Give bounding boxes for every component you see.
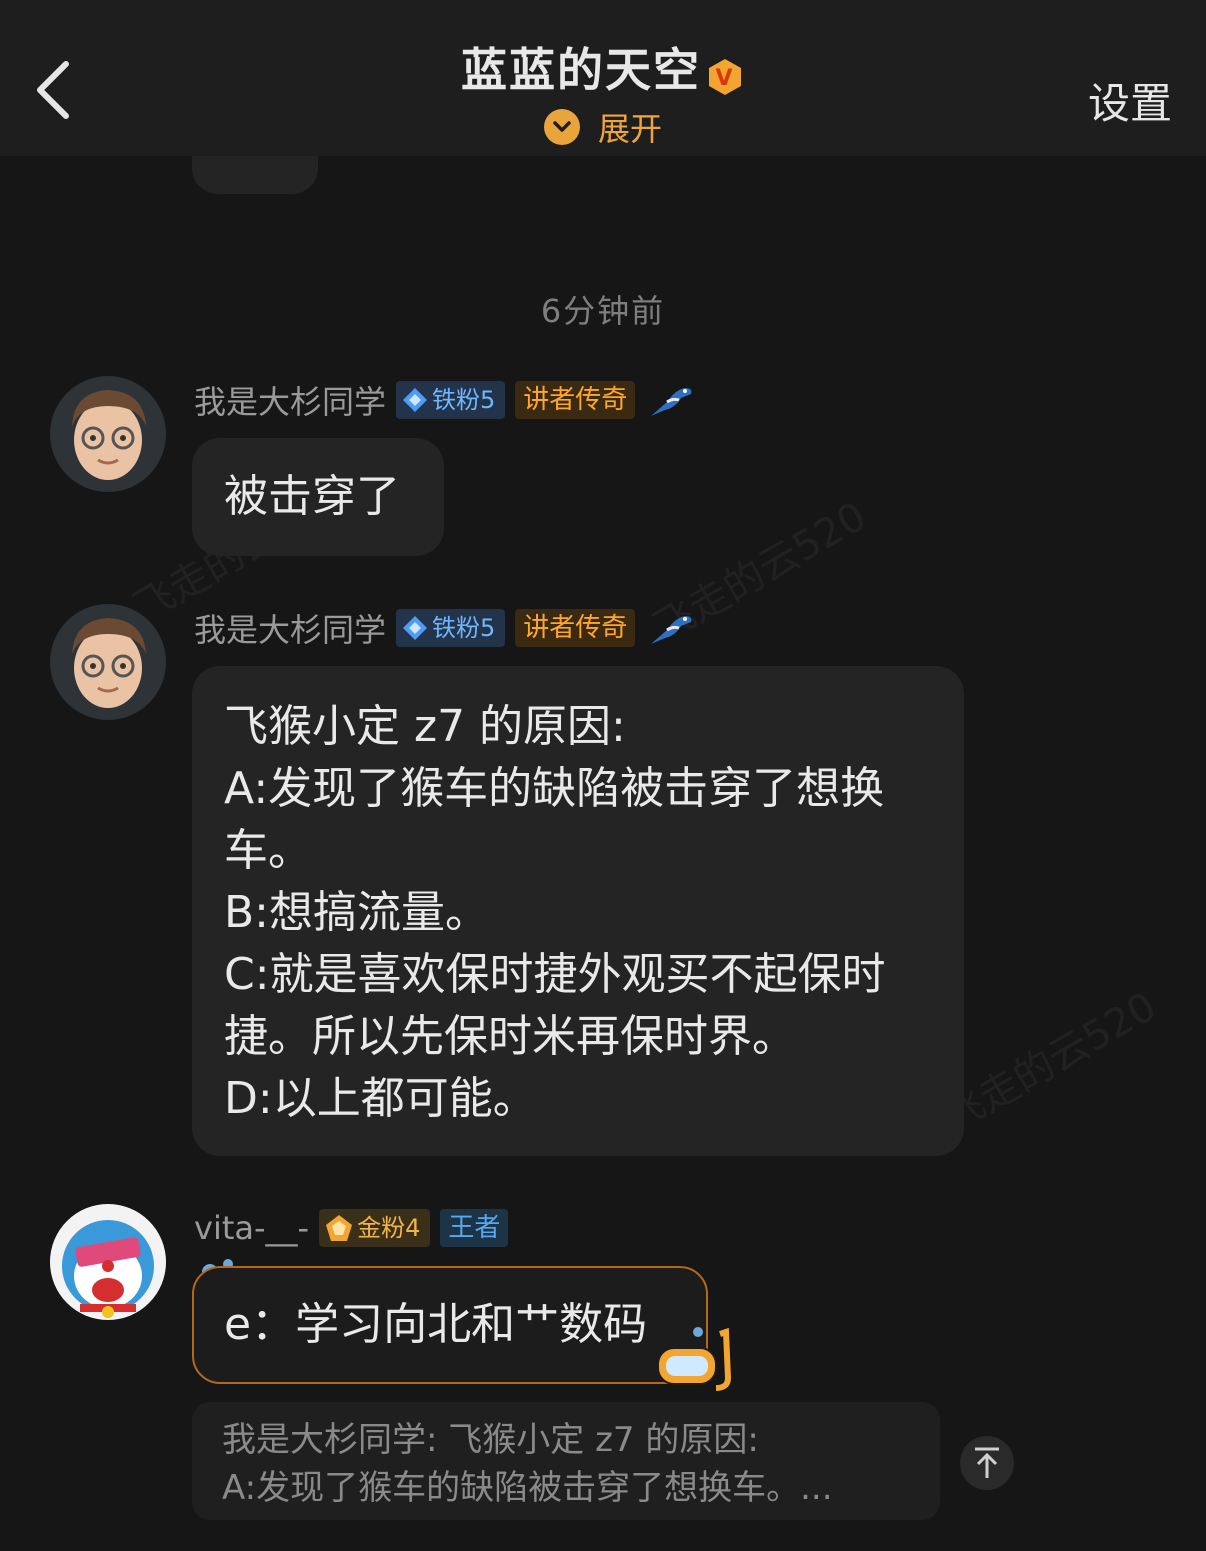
message-text: 被击穿了: [224, 471, 400, 522]
message-text-line: A:发现了猴车的缺陷被击穿了想换: [224, 763, 885, 814]
arrow-up-icon: [975, 1447, 999, 1478]
quoted-line: A:发现了猴车的缺陷被击穿了想换车。...: [222, 1468, 833, 1508]
sender-name[interactable]: vita-__-: [194, 1209, 309, 1247]
message-bubble[interactable]: 飞猴小定 z7 的原因: A:发现了猴车的缺陷被击穿了想换 车。 B:想搞流量。…: [192, 666, 964, 1156]
title-badge[interactable]: 讲者传奇: [515, 381, 636, 419]
sender-row: 我是大杉同学 铁粉5 讲者传奇: [194, 377, 695, 423]
avatar[interactable]: [50, 604, 166, 720]
message-timestamp: 6分钟前: [540, 292, 666, 330]
message-text-line: C:就是喜欢保时捷外观买不起保时: [224, 949, 886, 1000]
fan-badge[interactable]: 铁粉5: [396, 381, 506, 419]
svg-text:V: V: [715, 66, 734, 91]
sender-row: vita-__- 金粉4 王者: [194, 1208, 509, 1248]
avatar[interactable]: [50, 376, 166, 492]
sender-name[interactable]: 我是大杉同学: [194, 377, 386, 423]
scroll-to-top-button[interactable]: [960, 1436, 1014, 1490]
quoted-line: 我是大杉同学: 飞猴小定 z7 的原因:: [222, 1420, 759, 1460]
avatar[interactable]: [50, 1204, 166, 1320]
message-text-line: 车。: [224, 825, 312, 876]
quoted-message[interactable]: 我是大杉同学: 飞猴小定 z7 的原因: A:发现了猴车的缺陷被击穿了想换车。.…: [192, 1402, 940, 1520]
message-text: e：学习向北和艹数码: [224, 1299, 648, 1350]
vip-badge-icon: V: [705, 54, 745, 95]
magpie-icon: [651, 388, 692, 416]
message-text-line: 飞猴小定 z7 的原因:: [224, 701, 626, 752]
sender-name[interactable]: 我是大杉同学: [194, 605, 386, 651]
pentagon-badge-icon: [326, 1215, 353, 1241]
chat-title-wrap[interactable]: 蓝蓝的天空 V: [0, 34, 1206, 100]
diamond-icon: [403, 388, 428, 412]
diamond-icon: [403, 616, 428, 640]
message-text-line: 捷。所以先保时米再保时界。: [224, 1011, 796, 1062]
chat-title: 蓝蓝的天空: [461, 43, 701, 97]
title-badge[interactable]: 王者: [440, 1209, 509, 1247]
message-bubble[interactable]: 被击穿了: [192, 438, 444, 556]
chevron-down-icon: [543, 109, 580, 145]
message-text-line: B:想搞流量。: [224, 887, 490, 938]
magpie-icon: [651, 616, 692, 644]
snorkel-mask-icon: [657, 1327, 732, 1391]
fan-badge[interactable]: 金粉4: [319, 1209, 431, 1247]
fan-badge[interactable]: 铁粉5: [396, 609, 506, 647]
sender-row: 我是大杉同学 铁粉5 讲者传奇: [194, 605, 695, 651]
title-badge[interactable]: 讲者传奇: [515, 609, 636, 647]
expand-label: 展开: [597, 110, 662, 148]
message-bubble[interactable]: e：学习向北和艹数码: [192, 1266, 708, 1384]
expand-toggle[interactable]: 展开: [0, 104, 1206, 150]
message-text-line: D:以上都可能。: [224, 1073, 537, 1124]
settings-button[interactable]: 设置: [1088, 70, 1172, 131]
chat-header: 蓝蓝的天空 V 展开 设置: [0, 0, 1206, 156]
watermark: 飞走的云520: [936, 983, 1165, 1142]
